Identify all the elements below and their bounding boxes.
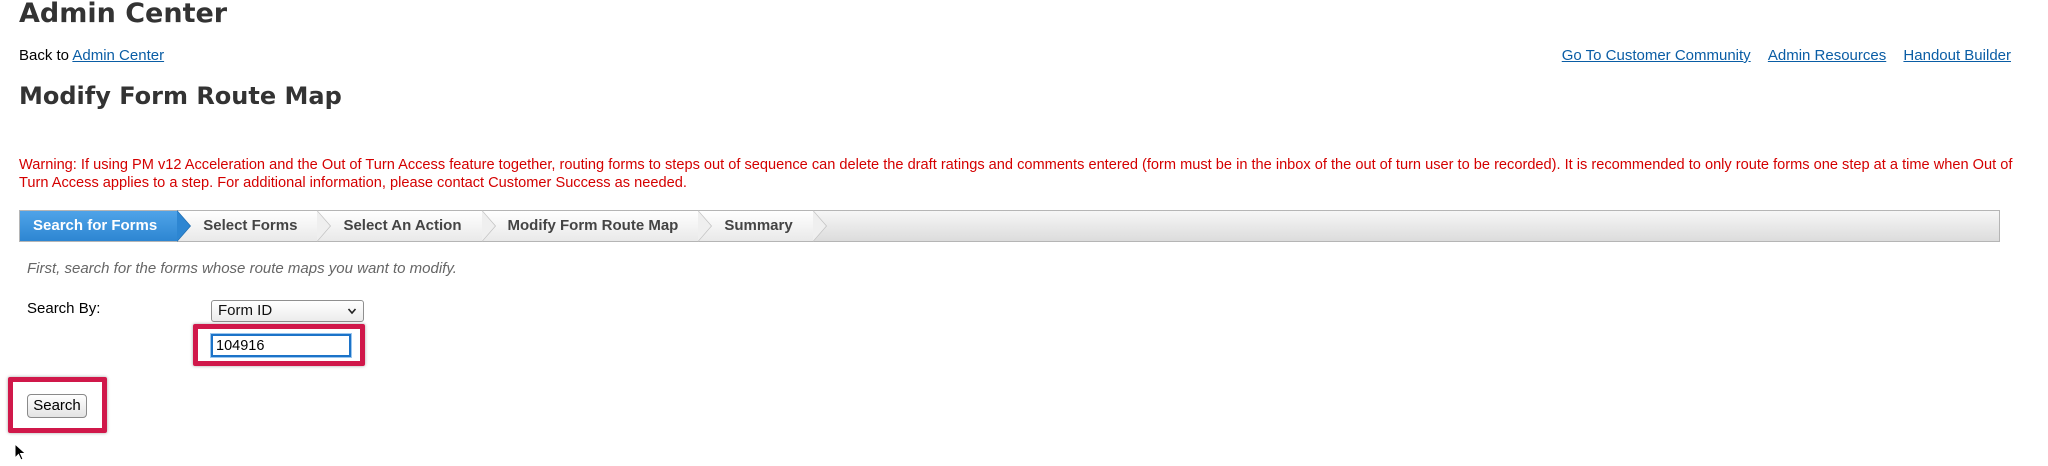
step-summary: Summary [698,210,828,242]
back-navigation: Back to Admin Center [19,47,164,64]
warning-message: Warning: If using PM v12 Acceleration an… [19,157,2013,191]
page-title: Modify Form Route Map [19,82,342,110]
step-select-forms: Select Forms [177,210,332,242]
search-button[interactable]: Search [27,394,87,418]
search-instruction: First, search for the forms whose route … [27,260,457,277]
handout-builder-link[interactable]: Handout Builder [1903,47,2011,64]
search-by-select[interactable]: Form ID [211,300,364,322]
admin-resources-link[interactable]: Admin Resources [1768,47,1886,64]
form-id-input[interactable] [210,333,352,358]
back-prefix: Back to [19,47,70,64]
app-title: Admin Center [19,0,228,29]
wizard-steps: Search for Forms Select Forms Select An … [19,210,2000,242]
top-links: Go To Customer Community Admin Resources… [1549,47,2011,64]
mouse-pointer-icon [14,442,28,466]
search-by-selected-value: Form ID [218,302,273,319]
step-select-an-action: Select An Action [317,210,496,242]
customer-community-link[interactable]: Go To Customer Community [1562,47,1751,64]
step-search-for-forms[interactable]: Search for Forms [20,210,192,242]
step-modify-form-route-map: Modify Form Route Map [481,210,713,242]
back-to-admin-center-link[interactable]: Admin Center [72,47,164,64]
search-by-label: Search By: [27,300,101,317]
